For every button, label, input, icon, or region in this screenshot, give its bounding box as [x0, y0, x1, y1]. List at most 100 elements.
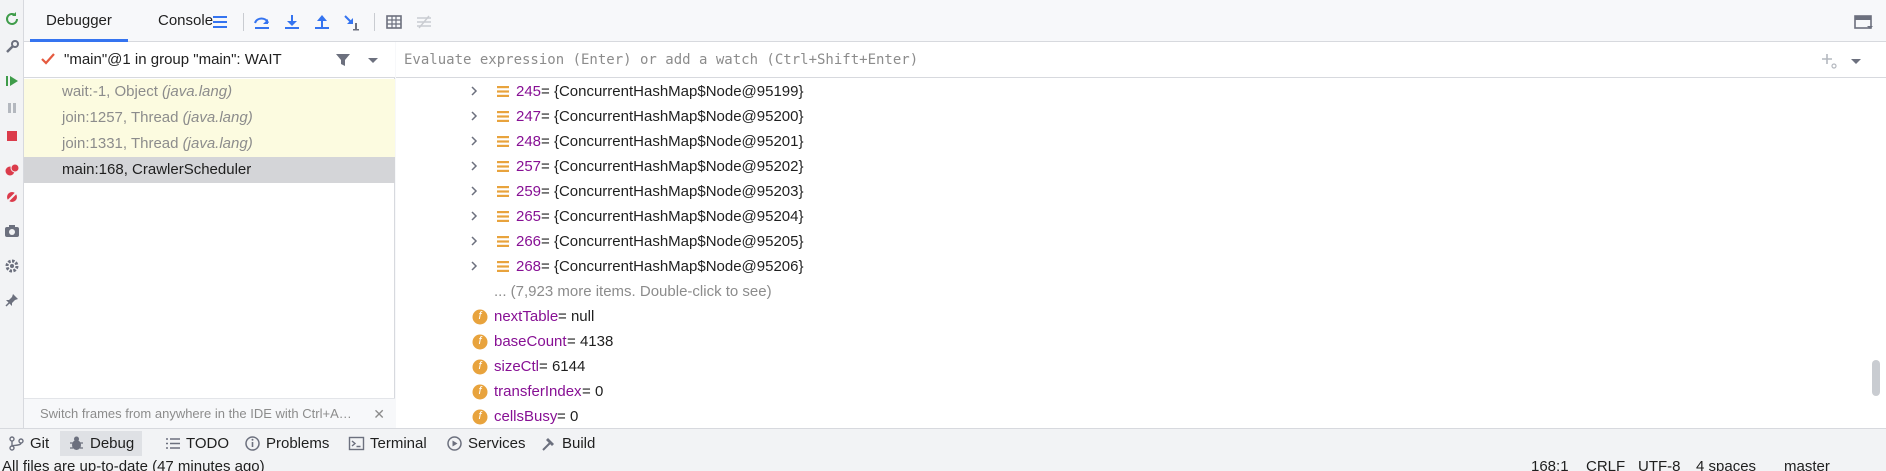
frame-item[interactable]: wait:-1, Object (java.lang)	[24, 79, 395, 105]
tool-window-problems[interactable]: Problems	[236, 431, 337, 456]
tool-window-build[interactable]: Build	[532, 431, 603, 456]
frame-item[interactable]: join:1257, Thread (java.lang)	[24, 105, 395, 131]
tool-window-todo[interactable]: TODO	[156, 431, 237, 456]
tree-row[interactable]: 268 = {ConcurrentHashMap$Node@95206}	[396, 254, 1886, 279]
trace-disabled-icon[interactable]	[414, 12, 434, 32]
equals-sign: =	[567, 333, 580, 350]
field-badge-letter: f	[478, 360, 482, 372]
chevron-down-icon[interactable]	[365, 52, 381, 68]
stop-icon[interactable]	[3, 127, 21, 145]
tool-window-debug[interactable]: Debug	[60, 431, 143, 456]
git-branch[interactable]: master	[1784, 457, 1830, 471]
chevron-right-icon[interactable]	[468, 110, 480, 122]
evaluate-table-icon[interactable]	[384, 12, 404, 32]
field-row[interactable]: sizeCtl f = 6144	[396, 354, 1886, 379]
tree-row[interactable]: 245 = {ConcurrentHashMap$Node@95199}	[396, 79, 1886, 104]
chevron-right-icon[interactable]	[468, 210, 480, 222]
step-into-icon[interactable]	[282, 12, 302, 32]
file-encoding[interactable]: UTF-8	[1638, 457, 1681, 471]
chevron-right-icon[interactable]	[468, 235, 480, 247]
tree-row[interactable]: 247 = {ConcurrentHashMap$Node@95200}	[396, 104, 1886, 129]
status-message: All files are up-to-date (47 minutes ago…	[2, 458, 265, 471]
entry-value: {ConcurrentHashMap$Node@95200}	[553, 108, 804, 125]
tree-row[interactable]: 257 = {ConcurrentHashMap$Node@95202}	[396, 154, 1886, 179]
tool-window-terminal[interactable]: Terminal	[340, 431, 435, 456]
settings-wrench-icon[interactable]	[3, 38, 21, 56]
pin-icon[interactable]	[3, 291, 21, 309]
chevron-right-icon[interactable]	[468, 185, 480, 197]
menu-lines-icon[interactable]	[210, 12, 230, 32]
field-row[interactable]: cellsBusy f = 0	[396, 404, 1886, 429]
watch-expression-bar[interactable]: Evaluate expression (Enter) or add a wat…	[396, 42, 1886, 78]
mute-breakpoints-icon[interactable]	[3, 188, 21, 206]
run-to-cursor-icon[interactable]	[342, 12, 362, 32]
filter-icon[interactable]	[334, 51, 352, 69]
tree-row[interactable]: 259 = {ConcurrentHashMap$Node@95203}	[396, 179, 1886, 204]
field-value: 0	[594, 383, 604, 400]
tree-row[interactable]: 266 = {ConcurrentHashMap$Node@95205}	[396, 229, 1886, 254]
add-watch-icon[interactable]	[1820, 52, 1838, 70]
close-icon[interactable]: ✕	[373, 399, 385, 428]
toolbar-divider	[243, 13, 244, 31]
field-name: transferIndex	[494, 383, 582, 400]
array-entry-icon	[497, 261, 509, 272]
tree-row[interactable]: 265 = {ConcurrentHashMap$Node@95204}	[396, 204, 1886, 229]
chevron-down-icon[interactable]	[1848, 53, 1864, 69]
chevron-right-icon[interactable]	[468, 260, 480, 272]
field-value: 4138	[579, 333, 614, 350]
indent-setting[interactable]: 4 spaces	[1696, 457, 1756, 471]
vertical-scrollbar[interactable]	[1872, 360, 1880, 396]
equals-sign: =	[557, 408, 570, 425]
field-badge-letter: f	[478, 385, 482, 397]
watch-expression-input[interactable]: Evaluate expression (Enter) or add a wat…	[404, 42, 918, 78]
field-value: 0	[569, 408, 579, 425]
field-badge-letter: f	[478, 335, 482, 347]
tool-window-label: Terminal	[370, 435, 427, 452]
frame-item-selected[interactable]: main:168, CrawlerScheduler	[24, 157, 395, 183]
field-row[interactable]: baseCount f = 4138	[396, 329, 1886, 354]
frame-method: wait:-1, Object	[62, 83, 163, 100]
tool-window-services[interactable]: Services	[438, 431, 534, 456]
rerun-icon[interactable]	[3, 10, 21, 28]
view-breakpoints-icon[interactable]	[3, 161, 21, 179]
chevron-right-icon[interactable]	[468, 135, 480, 147]
camera-icon[interactable]	[3, 222, 21, 240]
chevron-right-icon[interactable]	[468, 160, 480, 172]
git-branch-icon	[9, 436, 24, 451]
tree-row[interactable]: 248 = {ConcurrentHashMap$Node@95201}	[396, 129, 1886, 154]
array-entry-icon	[497, 86, 509, 97]
gear-icon[interactable]	[3, 257, 21, 275]
variables-panel: Evaluate expression (Enter) or add a wat…	[396, 42, 1886, 428]
frame-method: main:168, CrawlerScheduler	[62, 161, 252, 178]
array-entry-icon	[497, 136, 509, 147]
field-row[interactable]: nextTable f = null	[396, 304, 1886, 329]
tool-window-label: TODO	[186, 435, 230, 452]
step-out-icon[interactable]	[312, 12, 332, 32]
step-over-icon[interactable]	[252, 12, 272, 32]
entry-value: {ConcurrentHashMap$Node@95205}	[553, 233, 804, 250]
status-bar: All files are up-to-date (47 minutes ago…	[0, 457, 1886, 471]
resume-program-icon[interactable]	[3, 72, 21, 90]
debug-side-toolbar	[0, 0, 24, 428]
thread-selector[interactable]: "main"@1 in group "main": WAIT	[24, 42, 395, 78]
tool-window-git[interactable]: Git	[0, 431, 57, 456]
bug-icon	[70, 436, 83, 450]
equals-sign: =	[541, 83, 554, 100]
frame-method: join:1331, Thread	[62, 135, 183, 152]
tab-debugger[interactable]: Debugger	[30, 4, 128, 42]
layout-settings-icon[interactable]	[1854, 14, 1874, 32]
frame-item[interactable]: join:1331, Thread (java.lang)	[24, 131, 395, 157]
checkmark-icon	[41, 53, 55, 65]
debug-header-bar: Debugger Console	[24, 0, 1886, 42]
field-badge-letter: f	[478, 310, 482, 322]
info-circle-icon	[245, 436, 260, 451]
field-row[interactable]: transferIndex f = 0	[396, 379, 1886, 404]
more-items-link[interactable]: ... (7,923 more items. Double-click to s…	[396, 279, 1886, 304]
line-separator[interactable]: CRLF	[1586, 457, 1625, 471]
cursor-position[interactable]: 168:1	[1531, 457, 1569, 471]
frame-package: (java.lang)	[182, 109, 253, 126]
pause-program-icon[interactable]	[3, 99, 21, 117]
equals-sign: =	[541, 133, 554, 150]
services-icon	[447, 436, 462, 451]
chevron-right-icon[interactable]	[468, 85, 480, 97]
